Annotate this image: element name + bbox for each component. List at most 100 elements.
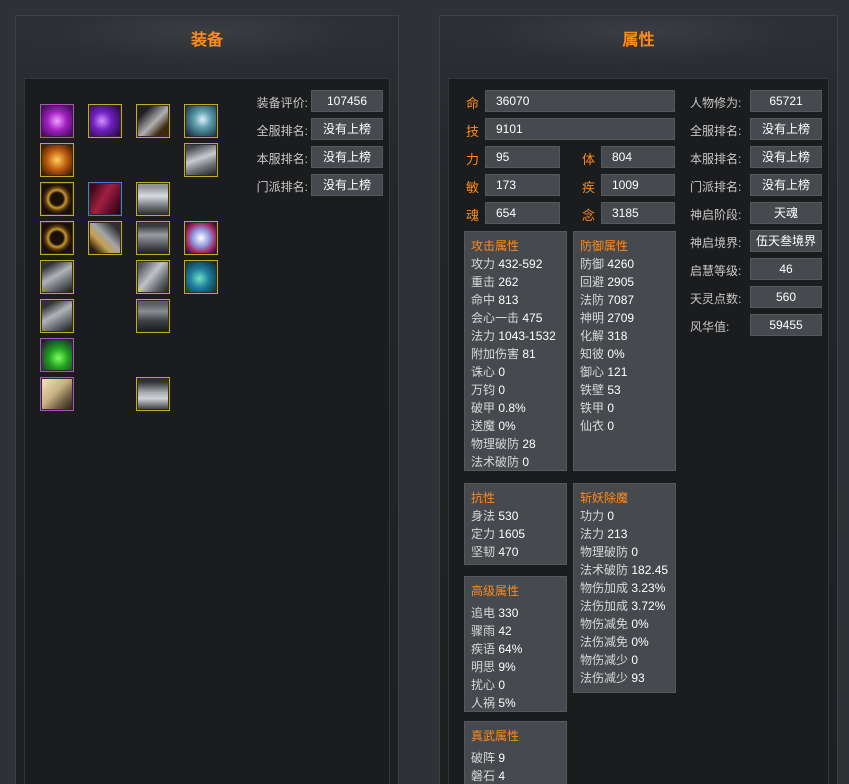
equip-slot-boots[interactable] bbox=[136, 377, 170, 411]
attributes-panel: 属性 命 36070 技 9101 力 95 体 804 敏 173 疾 100… bbox=[439, 15, 838, 784]
stat-row: 物伤加成 3.23% bbox=[580, 581, 666, 595]
side-stat-value: 没有上榜 bbox=[750, 146, 822, 168]
stat-row: 破甲 0.8% bbox=[471, 401, 526, 415]
stat-row: 命中 813 bbox=[471, 293, 519, 307]
equip-slot-cloak[interactable] bbox=[88, 182, 122, 216]
equip-slot-talisman[interactable] bbox=[40, 143, 74, 177]
equip-slot-pet[interactable] bbox=[184, 260, 218, 294]
stat-row: 磐石 4 bbox=[471, 769, 506, 783]
equip-slot-gauntlet-top[interactable] bbox=[136, 104, 170, 138]
stat-row: 物伤减免 0% bbox=[580, 617, 649, 631]
attr-nian-value: 3185 bbox=[601, 202, 675, 224]
equip-local-rank-label: 本服排名: bbox=[256, 152, 308, 166]
equip-slot-spirit-flower[interactable] bbox=[184, 221, 218, 255]
attr-ti-value: 804 bbox=[601, 146, 675, 168]
equip-server-rank-label: 全服排名: bbox=[256, 124, 308, 138]
attr-ji-key: 技 bbox=[466, 124, 480, 139]
equip-slot-gauntlet-lower[interactable] bbox=[40, 299, 74, 333]
attr-ji-value: 9101 bbox=[485, 118, 675, 140]
equip-sect-rank-label: 门派排名: bbox=[256, 180, 308, 194]
attr-li-key: 力 bbox=[466, 152, 480, 167]
side-stat-label: 风华值: bbox=[690, 320, 730, 334]
stat-row: 攻力 432-592 bbox=[471, 257, 543, 271]
attr-ming-value: 36070 bbox=[485, 90, 675, 112]
equip-slot-orb[interactable] bbox=[88, 104, 122, 138]
stat-row: 物理破防 28 bbox=[471, 437, 536, 451]
equip-slot-gauntlet-left[interactable] bbox=[40, 260, 74, 294]
stat-row: 明思 9% bbox=[471, 660, 516, 674]
equip-slot-gauntlet-right[interactable] bbox=[136, 260, 170, 294]
stat-row: 人祸 5% bbox=[471, 696, 516, 710]
equip-slot-mount[interactable] bbox=[184, 104, 218, 138]
attr-hun-value: 654 bbox=[485, 202, 560, 224]
equip-slot-armor-piece[interactable] bbox=[184, 143, 218, 177]
attr-ti-key: 体 bbox=[582, 152, 596, 167]
stat-row: 法伤加成 3.72% bbox=[580, 599, 666, 613]
martial-stats-box: 真武属性 破阵 9 磐石 4 bbox=[464, 721, 567, 784]
stat-row: 破阵 9 bbox=[471, 751, 506, 765]
side-stat-value: 没有上榜 bbox=[750, 118, 822, 140]
stat-row: 仙衣 0 bbox=[580, 419, 615, 433]
equip-sect-rank-value: 没有上榜 bbox=[311, 174, 383, 196]
equip-slot-amulet[interactable] bbox=[40, 104, 74, 138]
stat-row: 法力 213 bbox=[580, 527, 628, 541]
equip-slot-legs[interactable] bbox=[136, 299, 170, 333]
side-stat-value: 65721 bbox=[750, 90, 822, 112]
equip-slot-bracer[interactable] bbox=[88, 221, 122, 255]
equip-slot-belt[interactable] bbox=[136, 221, 170, 255]
equip-server-rank-value: 没有上榜 bbox=[311, 118, 383, 140]
advanced-stats-box: 高级属性 追电 330 骤雨 42 疾语 64% 明思 9% 扰心 0 人祸 5… bbox=[464, 576, 567, 712]
side-stat-value: 59455 bbox=[750, 314, 822, 336]
stat-row: 法术破防 182.45 bbox=[580, 563, 669, 577]
side-stat-value: 没有上榜 bbox=[750, 174, 822, 196]
equip-slot-ring-1[interactable] bbox=[40, 182, 74, 216]
stat-row: 法力 1043-1532 bbox=[471, 329, 556, 343]
side-stat-value: 伍天叁境界 bbox=[750, 230, 822, 252]
stat-row: 诛心 0 bbox=[471, 365, 506, 379]
stat-row: 功力 0 bbox=[580, 509, 615, 523]
equip-slot-scroll[interactable] bbox=[40, 377, 74, 411]
attr-ming-key: 命 bbox=[466, 96, 480, 111]
attr-hun-key: 魂 bbox=[466, 208, 480, 223]
equipment-title: 装备 bbox=[16, 16, 398, 66]
stat-row: 送魔 0% bbox=[471, 419, 516, 433]
attributes-title: 属性 bbox=[440, 16, 837, 66]
stat-row: 回避 2905 bbox=[580, 275, 635, 289]
stat-row: 神明 2709 bbox=[580, 311, 635, 325]
stat-row: 疾语 64% bbox=[471, 642, 523, 656]
stat-row: 防御 4260 bbox=[580, 257, 635, 271]
side-stat-value: 46 bbox=[750, 258, 822, 280]
stat-row: 会心一击 475 bbox=[471, 311, 543, 325]
stat-row: 铁甲 0 bbox=[580, 401, 615, 415]
martial-stats-title: 真武属性 bbox=[471, 729, 520, 743]
stat-row: 定力 1605 bbox=[471, 527, 526, 541]
resist-stats-box: 抗性 身法 530 定力 1605 坚韧 470 bbox=[464, 483, 567, 565]
stat-row: 坚韧 470 bbox=[471, 545, 519, 559]
side-stat-value: 天魂 bbox=[750, 202, 822, 224]
stat-row: 铁壁 53 bbox=[580, 383, 621, 397]
stat-row: 追电 330 bbox=[471, 606, 519, 620]
stat-row: 法伤减少 93 bbox=[580, 671, 645, 685]
demon-stats-box: 斩妖除魔 功力 0 法力 213 物理破防 0 法术破防 182.45 物伤加成… bbox=[573, 483, 676, 693]
attr-ji2-value: 1009 bbox=[601, 174, 675, 196]
side-stat-label: 全服排名: bbox=[690, 124, 742, 138]
attack-stats-box: 攻击属性 攻力 432-592 重击 262 命中 813 会心一击 475 法… bbox=[464, 231, 567, 471]
stat-row: 身法 530 bbox=[471, 509, 519, 523]
equip-score-label: 装备评价: bbox=[256, 96, 308, 110]
defense-stats-title: 防御属性 bbox=[580, 239, 629, 253]
equipment-panel: 装备 装备评价: 107456 全服排名: 没有上榜 本服排名: 没有上榜 门派… bbox=[15, 15, 399, 784]
stat-row: 重击 262 bbox=[471, 275, 519, 289]
equip-slot-ring-2[interactable] bbox=[40, 221, 74, 255]
stat-row: 物伤减少 0 bbox=[580, 653, 639, 667]
side-stat-value: 560 bbox=[750, 286, 822, 308]
side-stat-label: 天灵点数: bbox=[690, 292, 742, 306]
stat-row: 附加伤害 81 bbox=[471, 347, 536, 361]
side-stat-label: 神启境界: bbox=[690, 236, 742, 250]
attr-nian-key: 念 bbox=[582, 208, 596, 223]
stat-row: 御心 121 bbox=[580, 365, 628, 379]
advanced-stats-title: 高级属性 bbox=[471, 584, 520, 598]
equip-slot-green-charm[interactable] bbox=[40, 338, 74, 372]
side-stat-label: 启慧等级: bbox=[690, 264, 742, 278]
equip-slot-chest[interactable] bbox=[136, 182, 170, 216]
attr-ji2-key: 疾 bbox=[582, 180, 596, 195]
